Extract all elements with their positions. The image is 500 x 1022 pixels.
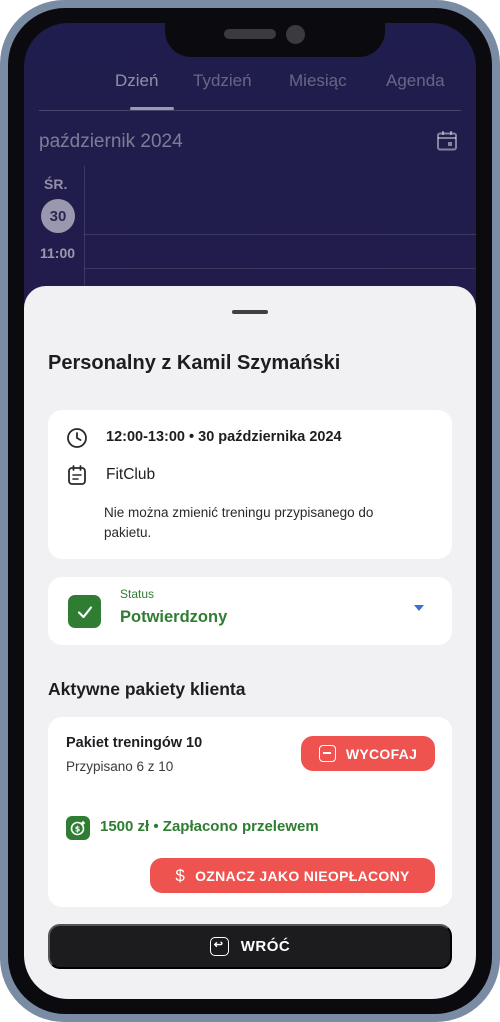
sheet-drag-handle[interactable] [232, 310, 268, 314]
event-time: 12:00-13:00 • 30 października 2024 [106, 429, 342, 445]
tab-day[interactable]: Dzień [115, 71, 158, 91]
calendar-icon[interactable] [436, 130, 458, 152]
day-abbreviation: ŚR. [44, 176, 68, 192]
sheet-title: Personalny z Kamil Szymański [48, 352, 341, 374]
withdraw-button[interactable]: WYCOFAJ [301, 736, 435, 771]
money-icon: $ [66, 816, 90, 840]
clock-icon [67, 428, 87, 448]
tab-week[interactable]: Tydzień [193, 71, 252, 91]
minus-square-icon [318, 745, 336, 762]
grid-line [84, 268, 476, 269]
calendar-note-icon [68, 465, 86, 485]
package-notice: Nie można zmienić treningu przypisanego … [104, 505, 374, 540]
svg-text:$: $ [75, 825, 81, 834]
status-select[interactable]: Status Potwierdzony [48, 577, 452, 645]
day-number[interactable]: 30 [41, 199, 75, 233]
hour-label: 11:00 [40, 245, 76, 261]
back-button-label: WRÓĆ [240, 938, 291, 955]
event-bottom-sheet: Personalny z Kamil Szymański 12:00-13:00… [24, 286, 476, 999]
status-label: Status [120, 587, 155, 601]
active-packages-title: Aktywne pakiety klienta [48, 679, 246, 699]
back-button[interactable]: ↩ WRÓĆ [48, 924, 452, 969]
calendar-view-tabs: Dzień Tydzień Miesiąc Agenda [39, 71, 461, 111]
package-card: Pakiet treningów 10 Przypisano 6 z 10 WY… [48, 717, 452, 907]
package-assigned-count: Przypisano 6 z 10 [66, 759, 174, 774]
status-value: Potwierdzony [120, 608, 228, 626]
check-icon [77, 605, 92, 618]
phone-speaker [224, 29, 276, 39]
month-label: październik 2024 [39, 131, 183, 152]
event-info-card: 12:00-13:00 • 30 października 2024 FitCl… [48, 410, 452, 559]
screen: Dzień Tydzień Miesiąc Agenda październik… [24, 23, 476, 999]
tab-agenda[interactable]: Agenda [386, 71, 445, 91]
active-tab-indicator [130, 107, 174, 110]
package-name: Pakiet treningów 10 [66, 735, 203, 751]
payment-info: 1500 zł • Zapłacono przelewem [100, 818, 319, 835]
event-location: FitClub [106, 466, 156, 483]
withdraw-button-label: WYCOFAJ [345, 745, 418, 762]
chevron-down-icon[interactable] [414, 605, 424, 611]
status-check-badge [68, 595, 101, 628]
phone-notch [165, 23, 385, 57]
mark-unpaid-button[interactable]: $ OZNACZ JAKO NIEOPŁACONY [150, 858, 435, 893]
grid-line [84, 234, 476, 235]
return-icon: ↩ [209, 937, 229, 956]
dollar-icon: $ [175, 865, 186, 885]
tab-month[interactable]: Miesiąc [289, 71, 347, 91]
phone-camera [286, 25, 305, 44]
mark-unpaid-button-label: OZNACZ JAKO NIEOPŁACONY [195, 867, 410, 884]
